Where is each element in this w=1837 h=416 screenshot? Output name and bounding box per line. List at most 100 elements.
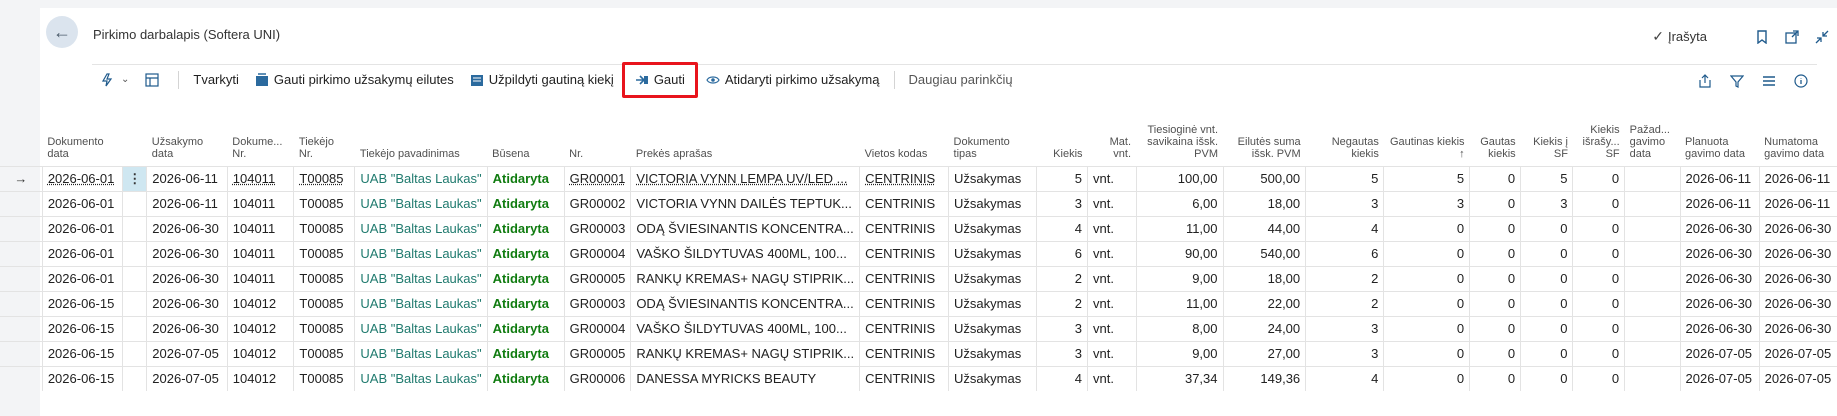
table-cell[interactable]: 2026-06-11 xyxy=(1758,190,1837,216)
table-cell[interactable]: 4 xyxy=(1305,365,1384,391)
table-cell[interactable]: 2026-06-01 xyxy=(41,240,123,266)
table-cell[interactable]: 3 xyxy=(1036,315,1088,341)
table-cell[interactable]: Užsakymas xyxy=(948,240,1037,266)
table-cell[interactable]: 2026-06-11 xyxy=(1758,165,1837,192)
table-cell[interactable]: 9,00 xyxy=(1135,265,1224,291)
table-cell[interactable]: 2026-06-30 xyxy=(1679,215,1760,241)
table-row[interactable]: → 2026-06-01 ⋮ 2026-06-11 104011 T00085 UAB "B… xyxy=(0,165,1837,192)
edit-button[interactable]: Tvarkyti xyxy=(185,65,247,95)
table-cell[interactable]: T00085 xyxy=(293,240,355,266)
table-cell[interactable] xyxy=(1624,165,1681,192)
column-header[interactable]: Tiekėjo Nr. xyxy=(294,100,355,166)
filter-icon[interactable] xyxy=(1721,72,1753,89)
table-cell[interactable]: 11,00 xyxy=(1135,215,1224,241)
table-cell[interactable]: 3 xyxy=(1520,190,1573,216)
table-cell[interactable]: Atidaryta xyxy=(486,265,565,291)
table-cell[interactable]: 2026-06-30 xyxy=(146,215,228,241)
table-cell[interactable]: 2026-06-30 xyxy=(146,315,228,341)
share-icon[interactable] xyxy=(1689,72,1721,88)
table-cell[interactable]: 104012 xyxy=(226,365,294,391)
table-cell[interactable]: Užsakymas xyxy=(948,215,1037,241)
table-cell[interactable]: 0 xyxy=(1520,340,1573,366)
table-cell[interactable]: vnt. xyxy=(1087,265,1137,291)
table-cell[interactable]: UAB "Baltas Laukas" xyxy=(354,190,488,216)
table-cell[interactable] xyxy=(1624,240,1681,266)
table-cell[interactable]: vnt. xyxy=(1087,340,1137,366)
table-cell[interactable]: T00085 xyxy=(293,190,355,216)
row-selector[interactable] xyxy=(0,365,43,391)
table-cell[interactable] xyxy=(1624,215,1681,241)
table-cell[interactable] xyxy=(1624,290,1681,316)
table-cell[interactable]: CENTRINIS xyxy=(859,240,949,266)
table-cell[interactable]: 0 xyxy=(1520,315,1573,341)
table-cell[interactable]: UAB "Baltas Laukas" xyxy=(354,215,488,241)
table-cell[interactable]: GR00002 xyxy=(563,190,631,216)
table-cell[interactable] xyxy=(1624,340,1681,366)
table-cell[interactable]: CENTRINIS xyxy=(859,340,949,366)
table-cell[interactable]: 5 xyxy=(1520,165,1573,192)
table-cell[interactable]: 11,00 xyxy=(1135,290,1224,316)
row-selector[interactable] xyxy=(0,340,43,366)
table-cell[interactable]: T00085 xyxy=(293,315,355,341)
table-cell[interactable]: GR00004 xyxy=(563,240,631,266)
table-cell[interactable]: 2026-06-30 xyxy=(1679,315,1760,341)
table-cell[interactable]: 2026-06-30 xyxy=(1679,240,1760,266)
table-cell[interactable]: 3 xyxy=(1305,190,1384,216)
table-cell[interactable]: Užsakymas xyxy=(948,365,1037,391)
table-cell[interactable]: 4 xyxy=(1036,215,1088,241)
table-cell[interactable]: 5 xyxy=(1383,165,1470,192)
table-cell[interactable]: 0 xyxy=(1520,290,1573,316)
table-cell[interactable]: CENTRINIS xyxy=(859,190,949,216)
table-cell[interactable]: T00085 xyxy=(293,365,355,391)
table-cell[interactable]: 2026-06-15 xyxy=(41,340,123,366)
column-header[interactable]: Gautinas kiekis ↑ xyxy=(1384,100,1470,166)
table-cell[interactable]: 104011 xyxy=(226,190,294,216)
table-cell[interactable]: 2026-06-30 xyxy=(1679,290,1760,316)
table-cell[interactable]: 2026-06-30 xyxy=(146,240,228,266)
table-cell[interactable]: T00085 xyxy=(293,340,355,366)
table-cell[interactable]: UAB "Baltas Laukas" xyxy=(354,165,488,192)
open-purchase-order-button[interactable]: Atidaryti pirkimo užsakymą xyxy=(698,65,888,95)
back-arrow-icon[interactable]: ← xyxy=(46,16,78,48)
table-cell[interactable]: 2026-06-30 xyxy=(1758,290,1837,316)
table-cell[interactable]: GR00004 xyxy=(563,315,631,341)
layout-icon-button[interactable] xyxy=(137,65,172,95)
table-cell[interactable]: 2026-06-15 xyxy=(41,315,123,341)
row-actions-button[interactable]: ⋮ xyxy=(122,165,147,192)
table-row[interactable]: 2026-06-15 2026-06-30 104012 T00085 UAB "Bal… xyxy=(0,315,1837,341)
actions-menu-button[interactable]: ⌄ xyxy=(92,65,137,95)
table-cell[interactable]: 0 xyxy=(1383,265,1470,291)
table-cell[interactable]: vnt. xyxy=(1087,190,1137,216)
column-header[interactable]: Kiekis xyxy=(1037,100,1088,166)
table-cell[interactable]: 9,00 xyxy=(1135,340,1224,366)
column-header[interactable]: Dokumento tipas xyxy=(949,100,1037,166)
table-cell[interactable]: 0 xyxy=(1572,215,1625,241)
table-cell[interactable]: Atidaryta xyxy=(486,190,565,216)
table-cell[interactable]: CENTRINIS xyxy=(859,165,949,192)
table-cell[interactable]: Atidaryta xyxy=(486,365,565,391)
table-cell[interactable]: 3 xyxy=(1305,315,1384,341)
row-selector[interactable] xyxy=(0,265,43,291)
table-cell[interactable]: Atidaryta xyxy=(486,240,565,266)
table-cell[interactable]: UAB "Baltas Laukas" xyxy=(354,315,488,341)
table-cell[interactable]: 2026-06-11 xyxy=(1679,165,1760,192)
info-icon[interactable] xyxy=(1785,72,1817,88)
table-cell[interactable]: 6 xyxy=(1036,240,1088,266)
table-cell[interactable]: 2 xyxy=(1305,265,1384,291)
table-row[interactable]: 2026-06-01 2026-06-11 104011 T00085 UAB "Bal… xyxy=(0,190,1837,216)
table-cell[interactable]: 2026-06-11 xyxy=(146,165,228,192)
column-header[interactable]: Planuota gavimo data xyxy=(1680,100,1759,166)
row-actions-cell[interactable] xyxy=(122,340,147,366)
table-cell[interactable]: 0 xyxy=(1469,290,1521,316)
table-cell[interactable]: 2026-07-05 xyxy=(1758,365,1837,391)
table-cell[interactable]: T00085 xyxy=(293,215,355,241)
table-cell[interactable]: 27,00 xyxy=(1222,340,1306,366)
table-cell[interactable]: VAŠKO ŠILDYTUVAS 400ML, 100... xyxy=(630,315,860,341)
table-cell[interactable]: GR00005 xyxy=(563,265,631,291)
table-cell[interactable]: 0 xyxy=(1572,265,1625,291)
column-header[interactable]: Būsena xyxy=(487,100,564,166)
column-header[interactable]: Kiekis į SF xyxy=(1521,100,1573,166)
table-cell[interactable]: GR00001 xyxy=(563,165,631,192)
table-cell[interactable]: 0 xyxy=(1572,290,1625,316)
table-cell[interactable]: 0 xyxy=(1520,265,1573,291)
